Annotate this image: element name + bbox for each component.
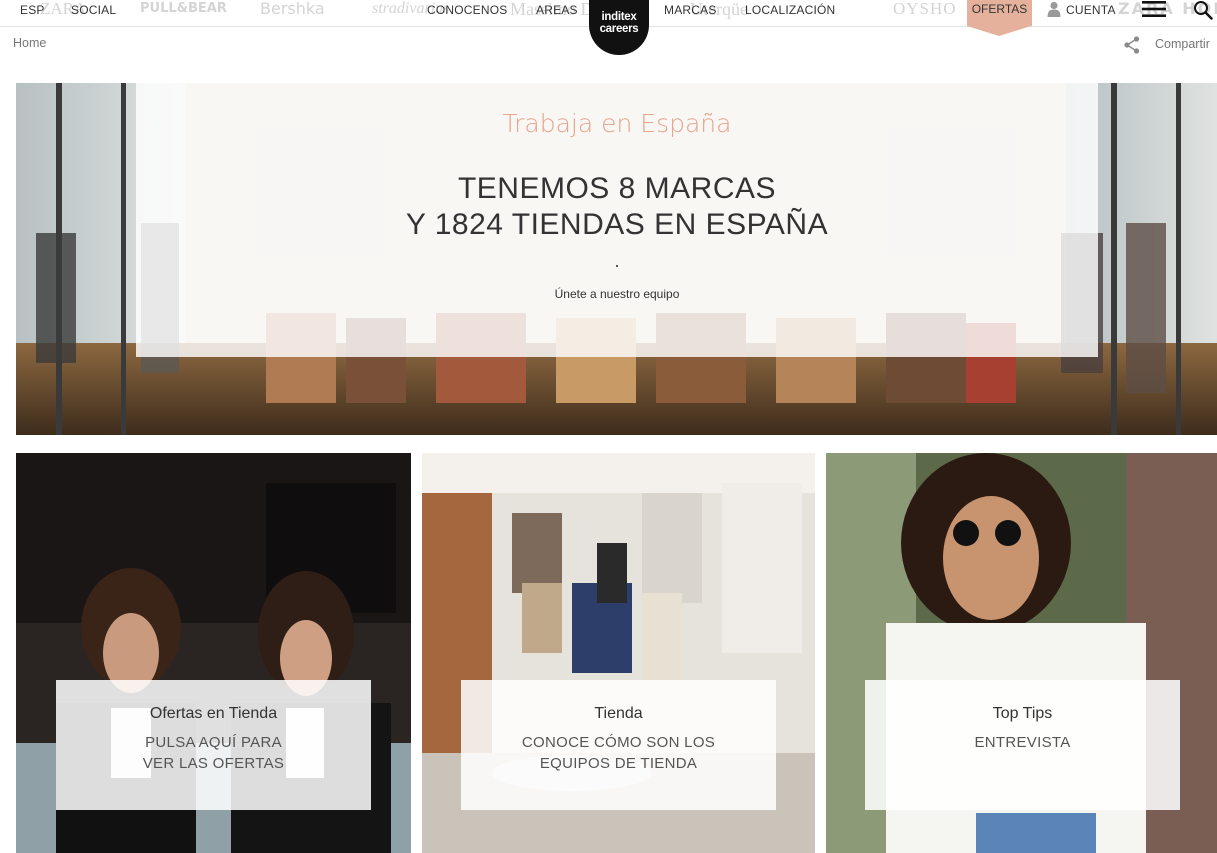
card-ofertas-tienda[interactable]: Ofertas en Tienda PULSA AQUÍ PARA VER LA… xyxy=(16,453,411,853)
hero-title: TENEMOS 8 MARCAS Y 1824 TIENDAS EN ESPAÑ… xyxy=(136,171,1098,243)
hamburger-menu-icon[interactable] xyxy=(1142,1,1166,17)
brand-oysho[interactable]: OYSHO xyxy=(893,0,957,20)
logo-line-1: inditex xyxy=(601,11,637,23)
breadcrumb-home[interactable]: Home xyxy=(13,36,46,50)
brand-pullandbear[interactable]: PULL&BEAR xyxy=(140,0,227,20)
hero-panel: Trabaja en España TENEMOS 8 MARCAS Y 182… xyxy=(136,83,1098,357)
card-top-tips-label-box: Top Tips ENTREVISTA xyxy=(865,680,1180,810)
hero-kicker: Trabaja en España xyxy=(502,109,732,138)
card-top-tips-subtitle-line-1: ENTREVISTA xyxy=(974,734,1071,751)
card-tienda-subtitle-line-2: EQUIPOS DE TIENDA xyxy=(539,755,698,772)
share-icon xyxy=(1124,36,1140,54)
nav-localizacion[interactable]: LOCALIZACIÓN xyxy=(745,2,835,18)
card-tienda-subtitle: CONOCE CÓMO SON LOS EQUIPOS DE TIENDA xyxy=(461,732,776,774)
card-tienda-label-box: Tienda CONOCE CÓMO SON LOS EQUIPOS DE TI… xyxy=(461,680,776,810)
card-ofertas-label-box: Ofertas en Tienda PULSA AQUÍ PARA VER LA… xyxy=(56,680,371,810)
card-tienda-subtitle-line-1: CONOCE CÓMO SON LOS xyxy=(521,734,716,751)
hero-banner: Trabaja en España TENEMOS 8 MARCAS Y 182… xyxy=(16,83,1217,435)
nav-ofertas-label: OFERTAS xyxy=(971,2,1028,16)
hero-cta-link[interactable]: Únete a nuestro equipo xyxy=(136,287,1098,301)
card-ofertas-title: Ofertas en Tienda xyxy=(149,705,278,722)
nav-social[interactable]: SOCIAL xyxy=(71,2,116,18)
card-top-tips-subtitle: ENTREVISTA xyxy=(865,732,1180,753)
card-top-tips[interactable]: Top Tips ENTREVISTA xyxy=(826,453,1217,853)
nav-marcas[interactable]: MARCAS xyxy=(664,2,717,18)
card-ofertas-subtitle-line-1: PULSA AQUÍ PARA xyxy=(145,734,282,751)
card-ofertas-subtitle: PULSA AQUÍ PARA VER LAS OFERTAS xyxy=(56,732,371,774)
card-ofertas-subtitle-line-2: VER LAS OFERTAS xyxy=(142,755,285,772)
user-icon[interactable] xyxy=(1047,1,1061,17)
nav-conocenos[interactable]: CONOCENOS xyxy=(427,2,507,18)
card-tienda-title: Tienda xyxy=(594,705,643,722)
nav-areas[interactable]: AREAS xyxy=(536,2,578,18)
hero-title-line-2: Y 1824 TIENDAS EN ESPAÑA xyxy=(405,208,829,241)
hero-title-line-1: TENEMOS 8 MARCAS xyxy=(457,172,777,205)
inditex-careers-logo[interactable]: inditex careers xyxy=(589,0,649,55)
card-tienda[interactable]: Tienda CONOCE CÓMO SON LOS EQUIPOS DE TI… xyxy=(422,453,815,853)
brand-bershka[interactable]: Bershka xyxy=(260,0,325,20)
search-icon[interactable] xyxy=(1193,0,1213,20)
nav-ofertas[interactable]: OFERTAS xyxy=(967,0,1032,36)
language-selector[interactable]: ESP xyxy=(20,2,45,18)
nav-cuenta[interactable]: CUENTA xyxy=(1066,2,1116,18)
logo-line-2: careers xyxy=(599,23,639,35)
hero-divider-dot xyxy=(616,265,618,267)
card-top-tips-title: Top Tips xyxy=(992,705,1053,722)
share-label: Compartir xyxy=(1155,37,1210,51)
